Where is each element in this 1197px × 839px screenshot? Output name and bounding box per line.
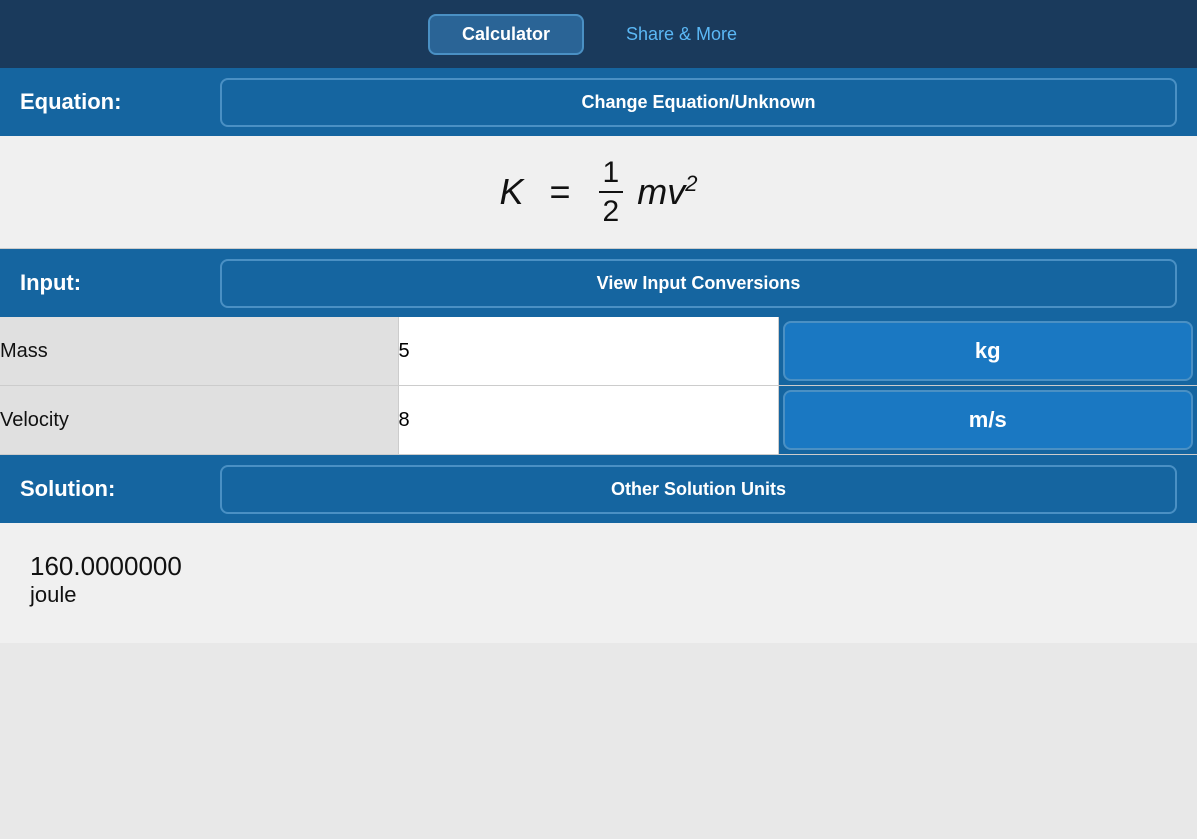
other-solution-units-button[interactable]: Other Solution Units: [220, 465, 1177, 514]
table-row: Mass kg: [0, 317, 1197, 386]
solution-value: 160.0000000: [30, 551, 1167, 582]
share-tab[interactable]: Share & More: [594, 16, 769, 53]
change-equation-button[interactable]: Change Equation/Unknown: [220, 78, 1177, 127]
formula-m: m: [637, 171, 667, 212]
input-label: Input:: [20, 270, 200, 296]
unit-button-0[interactable]: kg: [783, 321, 1194, 381]
row-value-0[interactable]: [398, 317, 778, 386]
row-unit-0[interactable]: kg: [778, 317, 1197, 386]
calculator-tab[interactable]: Calculator: [428, 14, 584, 55]
fraction-numerator: 1: [599, 156, 624, 193]
formula-mv: mv2: [637, 171, 697, 213]
formula-equals: =: [540, 171, 581, 213]
view-input-conversions-button[interactable]: View Input Conversions: [220, 259, 1177, 308]
solution-result-area: 160.0000000 joule: [0, 523, 1197, 643]
table-row: Velocity m/s: [0, 386, 1197, 455]
unit-button-1[interactable]: m/s: [783, 390, 1194, 450]
equation-label: Equation:: [20, 89, 200, 115]
input-table: Mass kg Velocity m/s: [0, 317, 1197, 455]
formula-lhs: K: [500, 171, 524, 213]
solution-label: Solution:: [20, 476, 200, 502]
equation-row: Equation: Change Equation/Unknown: [0, 68, 1197, 136]
formula-v: v: [667, 171, 685, 212]
row-label-1: Velocity: [0, 386, 398, 455]
formula-display: K = 1 2 mv2: [0, 136, 1197, 249]
row-unit-1[interactable]: m/s: [778, 386, 1197, 455]
formula-fraction: 1 2: [599, 156, 624, 228]
solution-unit: joule: [30, 582, 1167, 608]
formula-exp: 2: [685, 171, 697, 196]
input-row: Input: View Input Conversions: [0, 249, 1197, 317]
row-label-0: Mass: [0, 317, 398, 386]
solution-row: Solution: Other Solution Units: [0, 455, 1197, 523]
top-navigation: Calculator Share & More: [0, 0, 1197, 68]
row-value-1[interactable]: [398, 386, 778, 455]
fraction-denominator: 2: [599, 193, 624, 228]
formula-text: K = 1 2 mv2: [500, 156, 698, 228]
